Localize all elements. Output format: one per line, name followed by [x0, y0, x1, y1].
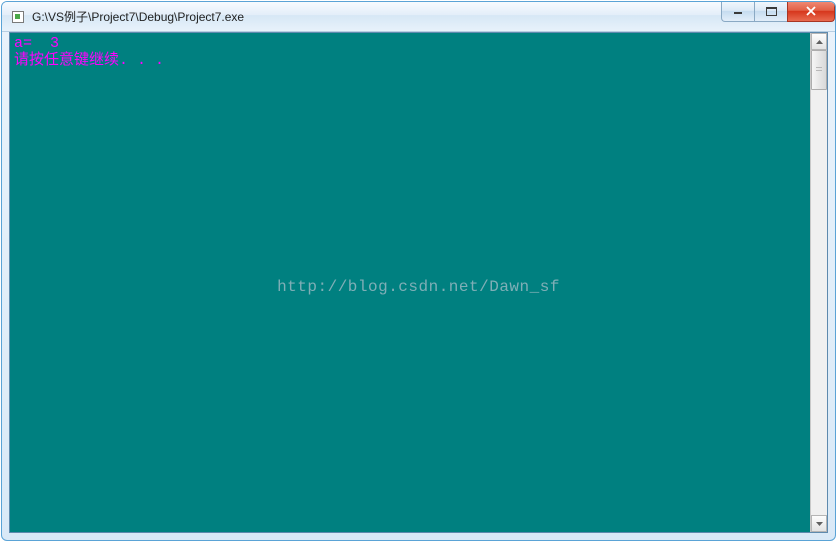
scroll-up-button[interactable] [811, 33, 827, 50]
scroll-track[interactable] [811, 50, 827, 515]
minimize-icon [733, 7, 743, 15]
maximize-icon [766, 7, 777, 16]
scroll-down-button[interactable] [811, 515, 827, 532]
chevron-up-icon [816, 40, 823, 44]
output-line: a= 3 [14, 35, 59, 52]
output-line: 请按任意键继续. . . [14, 52, 164, 69]
close-button[interactable] [787, 1, 835, 22]
console-output: a= 3 请按任意键继续. . . [10, 33, 810, 532]
client-area: a= 3 请按任意键继续. . . [9, 32, 828, 533]
maximize-button[interactable] [754, 1, 788, 22]
window-controls [722, 1, 835, 22]
minimize-button[interactable] [721, 1, 755, 22]
chevron-down-icon [816, 522, 823, 526]
app-icon [10, 9, 26, 25]
titlebar[interactable]: G:\VS例子\Project7\Debug\Project7.exe [2, 2, 835, 32]
console-window: G:\VS例子\Project7\Debug\Project7.exe a= [1, 1, 836, 541]
window-title: G:\VS例子\Project7\Debug\Project7.exe [32, 8, 244, 25]
vertical-scrollbar[interactable] [810, 33, 827, 532]
close-icon [805, 6, 817, 16]
scroll-thumb[interactable] [811, 50, 827, 90]
